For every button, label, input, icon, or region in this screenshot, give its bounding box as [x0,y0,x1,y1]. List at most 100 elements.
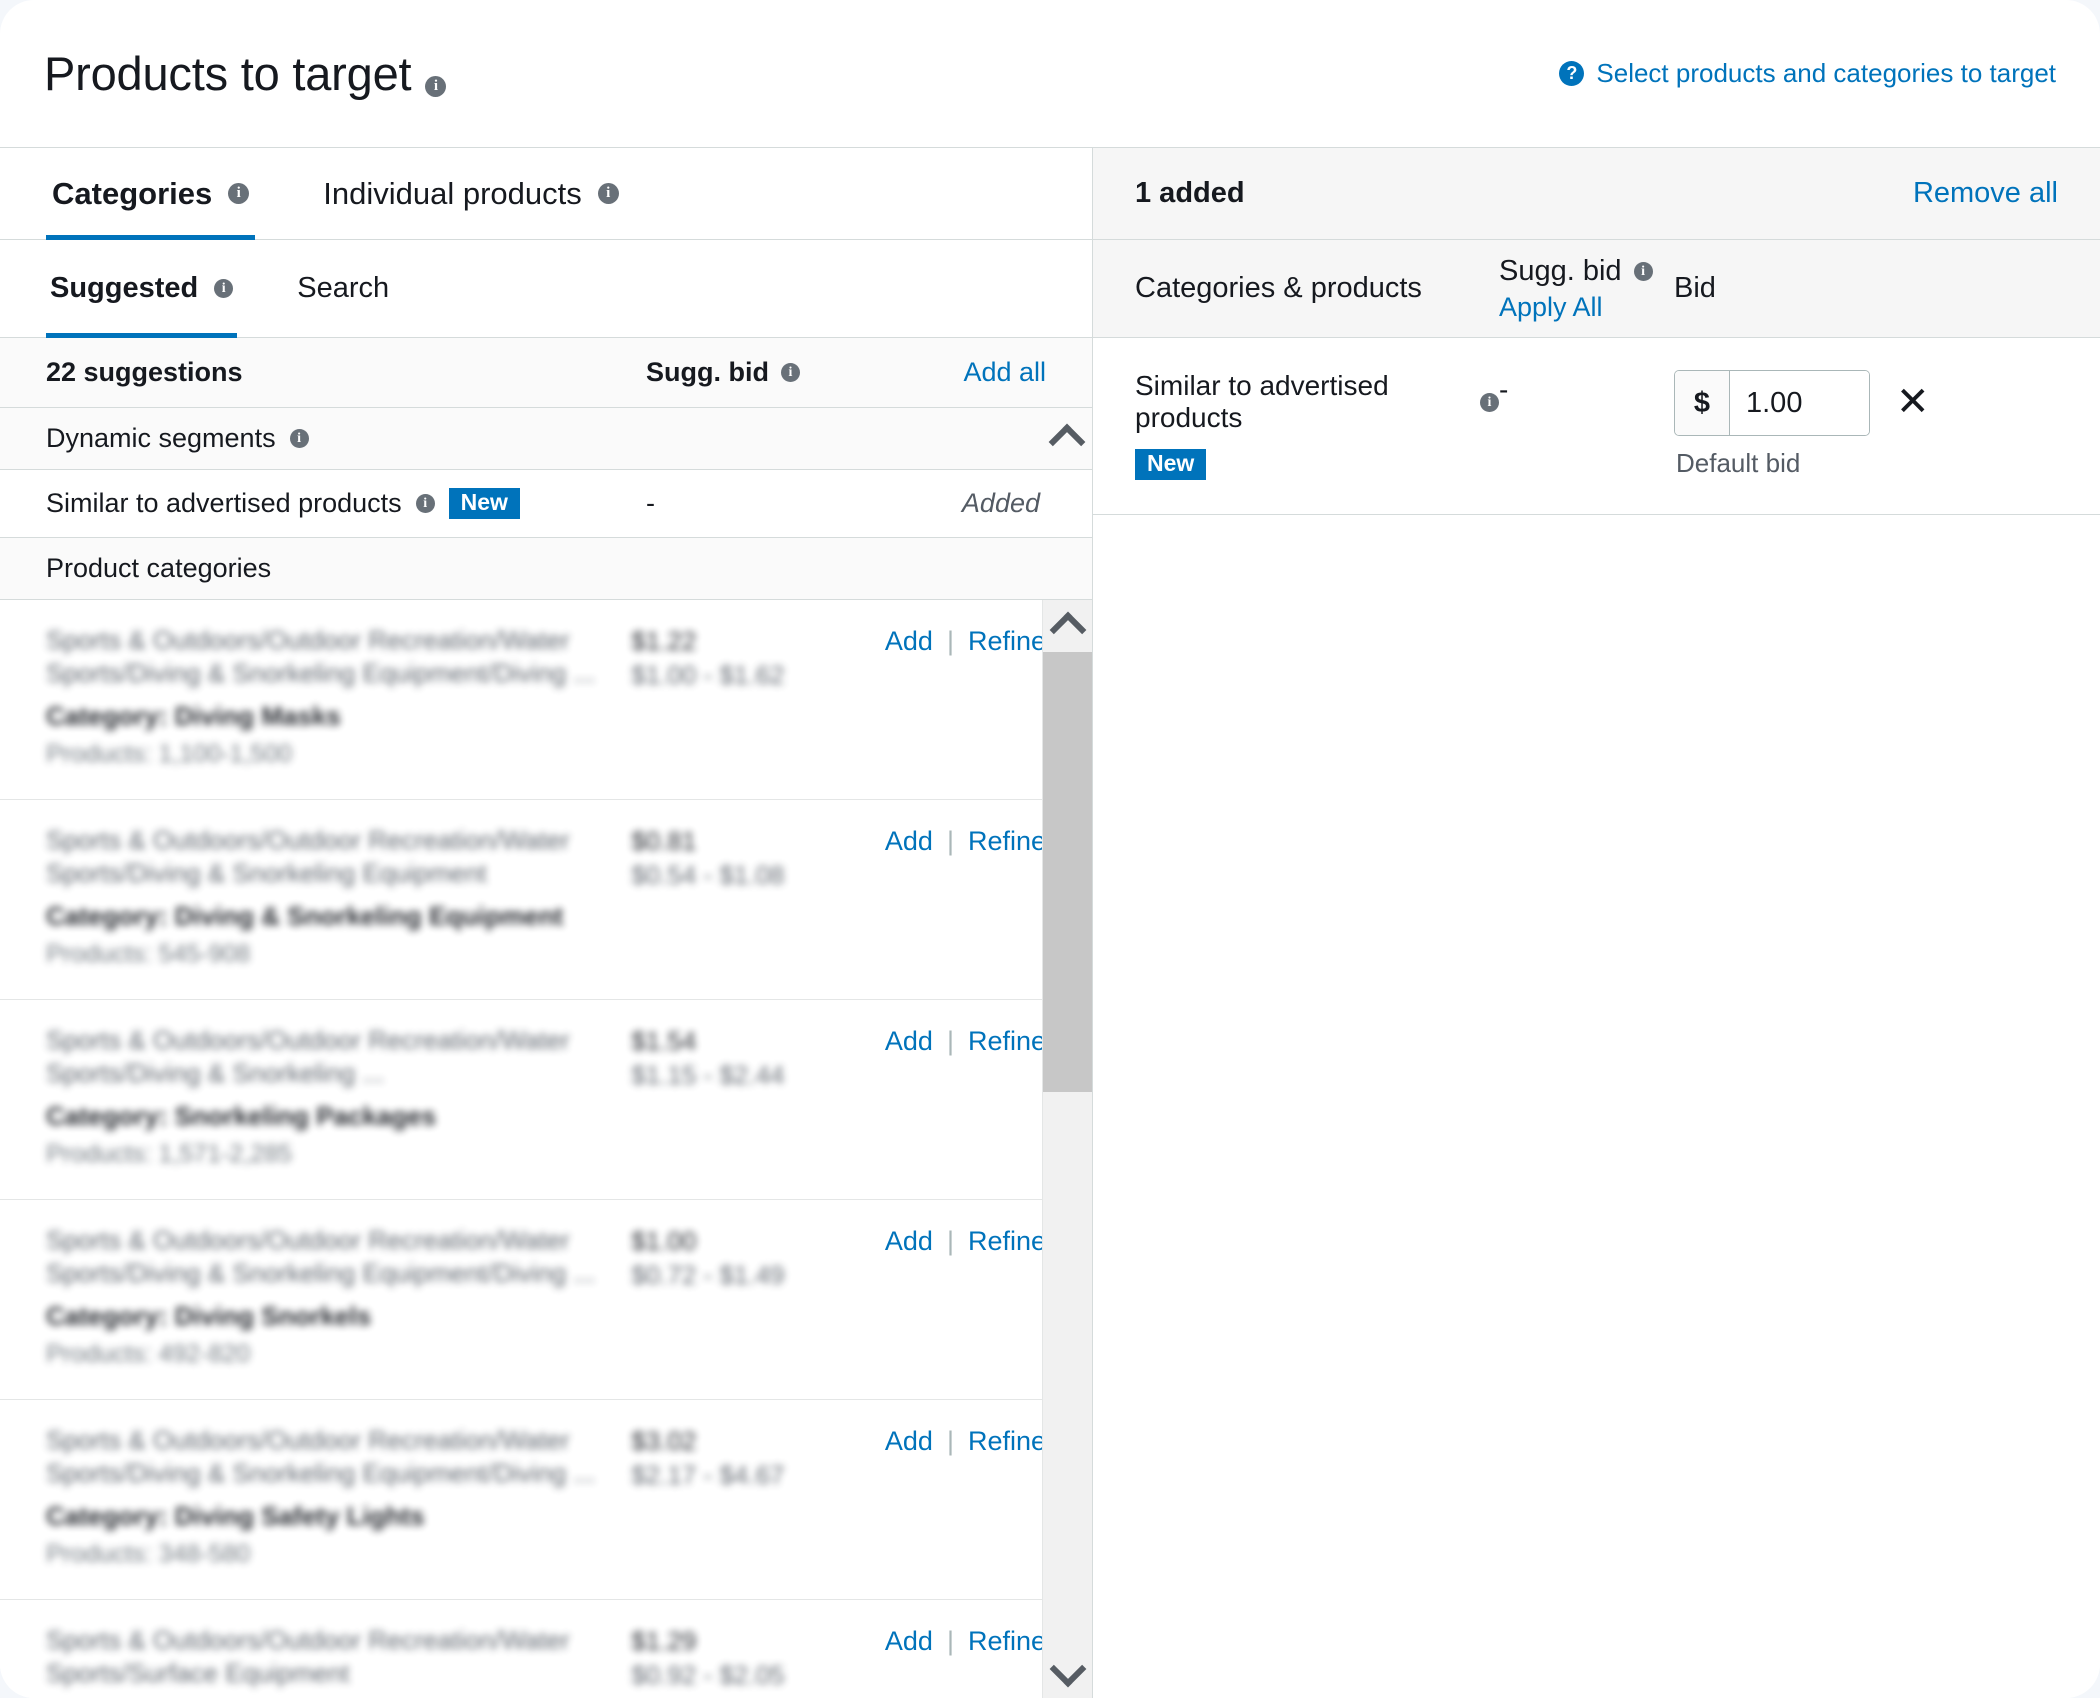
added-column-header: Categories & products Sugg. bid i Apply … [1093,240,2100,338]
dynamic-segment-row[interactable]: Similar to advertised products i New - A… [0,470,1092,538]
category-suggestions-list: Sports & Outdoors/Outdoor Recreation/Wat… [0,600,1092,1698]
select-products-help-link[interactable]: ? Select products and categories to targ… [1559,58,2056,89]
add-button[interactable]: Add [885,626,933,657]
info-icon[interactable]: i [228,183,250,204]
added-item-name: Similar to advertised products [1135,370,1389,433]
new-badge: New [1135,449,1207,480]
page-title: Products to target i [44,46,447,101]
added-item-name-cell: Similar to advertised products i New [1135,370,1499,480]
category-bid-cell: $0.81 $0.54 - $1.08 [631,824,885,971]
dynamic-segment-sugg-bid: - [646,488,655,518]
category-name: Category: Diving Safety Lights [46,1500,425,1531]
add-button[interactable]: Add [885,1626,933,1657]
refine-button[interactable]: Refine [968,626,1046,657]
dynamic-segment-name: Similar to advertised products [46,488,402,518]
tab-individual-products[interactable]: Individual products i [317,148,625,239]
list-scrollbar[interactable] [1042,600,1092,1698]
info-icon[interactable]: i [214,279,234,298]
suggestions-column-header: 22 suggestions Sugg. bid i Add all [0,338,1092,408]
secondary-tabs: Suggested i Search [0,240,1092,338]
info-icon[interactable]: i [780,363,800,382]
added-header: 1 added Remove all [1093,148,2100,240]
table-row[interactable]: Sports & Outdoors/Outdoor Recreation/Wat… [0,800,1092,1000]
scroll-up-button[interactable] [1043,600,1092,652]
category-info-cell: Sports & Outdoors/Outdoor Recreation/Wat… [46,1024,631,1171]
subtab-suggested[interactable]: Suggested i [46,240,238,338]
row-actions: Add | Refine [885,624,1046,771]
group-product-categories: Product categories [0,538,1092,600]
collapse-dynamic-segments-button[interactable] [1042,408,1092,469]
group-dynamic-segments: Dynamic segments i [0,408,1092,470]
category-sugg-bid: $1.22 [631,626,697,656]
bid-input[interactable] [1730,371,1869,435]
scrollbar-thumb[interactable] [1043,652,1092,1092]
action-separator: | [946,1426,954,1456]
refine-button[interactable]: Refine [968,1426,1046,1457]
category-bid-cell: $1.22 $1.00 - $1.62 [631,624,885,771]
category-sugg-bid: $1.54 [631,1026,697,1056]
table-row[interactable]: Sports & Outdoors/Outdoor Recreation/Wat… [0,1400,1092,1600]
action-separator: | [946,1226,954,1256]
category-path-line1: Sports & Outdoors/Outdoor Recreation/Wat… [46,1625,570,1655]
refine-button[interactable]: Refine [968,1626,1046,1657]
info-icon[interactable]: i [289,429,309,448]
action-separator: | [946,826,954,856]
category-path-line2: Sports/Surface Equipment [46,1658,350,1689]
apply-all-button[interactable]: Apply All [1499,292,1674,323]
table-row[interactable]: Sports & Outdoors/Outdoor Recreation/Wat… [0,1000,1092,1200]
category-bid-cell: $1.29 $0.92 - $2.05 [631,1624,885,1698]
default-bid-caption: Default bid [1676,448,1801,478]
close-icon[interactable]: ✕ [1896,382,1930,422]
row-actions: Add | Refine [885,1024,1046,1171]
table-row[interactable]: Sports & Outdoors/Outdoor Recreation/Wat… [0,600,1092,800]
category-path-line2: Sports/Diving & Snorkeling ... [46,1058,385,1089]
category-bid-range: $1.15 - $2.44 [631,1060,785,1091]
category-product-count: Products: 545-908 [46,939,251,968]
add-button[interactable]: Add [885,1226,933,1257]
refine-button[interactable]: Refine [968,1226,1046,1257]
table-row[interactable]: Sports & Outdoors/Outdoor Recreation/Wat… [0,1600,1092,1698]
info-icon[interactable]: i [597,183,619,204]
action-separator: | [946,1026,954,1056]
chevron-up-icon [1048,423,1086,461]
category-path-line1: Sports & Outdoors/Outdoor Recreation/Wat… [46,1425,570,1455]
add-button[interactable]: Add [885,1026,933,1057]
help-link-label: Select products and categories to target [1596,58,2056,88]
category-name: Category: Diving & Snorkeling Equipment [46,900,564,931]
refine-button[interactable]: Refine [968,1026,1046,1057]
tab-categories[interactable]: Categories i [46,148,256,240]
refine-button[interactable]: Refine [968,826,1046,857]
category-path-line2: Sports/Diving & Snorkeling Equipment/Div… [46,658,596,689]
info-icon[interactable]: i [415,494,435,513]
subtab-search[interactable]: Search [293,240,393,337]
category-path-line2: Sports/Diving & Snorkeling Equipment/Div… [46,1458,596,1489]
group-product-categories-label: Product categories [46,553,272,583]
remove-all-button[interactable]: Remove all [1913,177,2058,210]
currency-prefix: $ [1675,371,1730,435]
added-item-sugg-bid: - [1499,374,1509,405]
category-info-cell: Sports & Outdoors/Outdoor Recreation/Wat… [46,1624,631,1698]
info-icon[interactable]: i [1633,261,1653,281]
add-button[interactable]: Add [885,826,933,857]
category-path-line1: Sports & Outdoors/Outdoor Recreation/Wat… [46,1225,570,1255]
scroll-down-button[interactable] [1043,1646,1092,1698]
category-name: Category: Diving Masks [46,700,341,731]
suggestions-bid-column-header: Sugg. bid i [646,357,906,388]
info-icon[interactable]: i [425,76,447,97]
add-button[interactable]: Add [885,1426,933,1457]
action-separator: | [946,1626,954,1656]
col-bid: Bid [1674,272,1716,304]
table-row[interactable]: Sports & Outdoors/Outdoor Recreation/Wat… [0,1200,1092,1400]
added-count: 1 added [1135,177,1245,209]
add-all-button[interactable]: Add all [963,357,1046,388]
added-pane: 1 added Remove all Categories & products… [1093,148,2100,1698]
added-item-name-line: Similar to advertised products i [1135,370,1499,434]
category-path-line2: Sports/Diving & Snorkeling Equipment [46,858,487,889]
sugg-bid-label: Sugg. bid [646,357,769,387]
info-icon[interactable]: i [1480,392,1499,412]
category-bid-cell: $1.00 $0.72 - $1.49 [631,1224,885,1371]
category-name: Category: Diving Snorkels [46,1300,372,1331]
suggestions-count: 22 suggestions [46,357,243,387]
bid-input-group[interactable]: $ [1674,370,1870,436]
page-header: Products to target i ? Select products a… [0,0,2100,148]
